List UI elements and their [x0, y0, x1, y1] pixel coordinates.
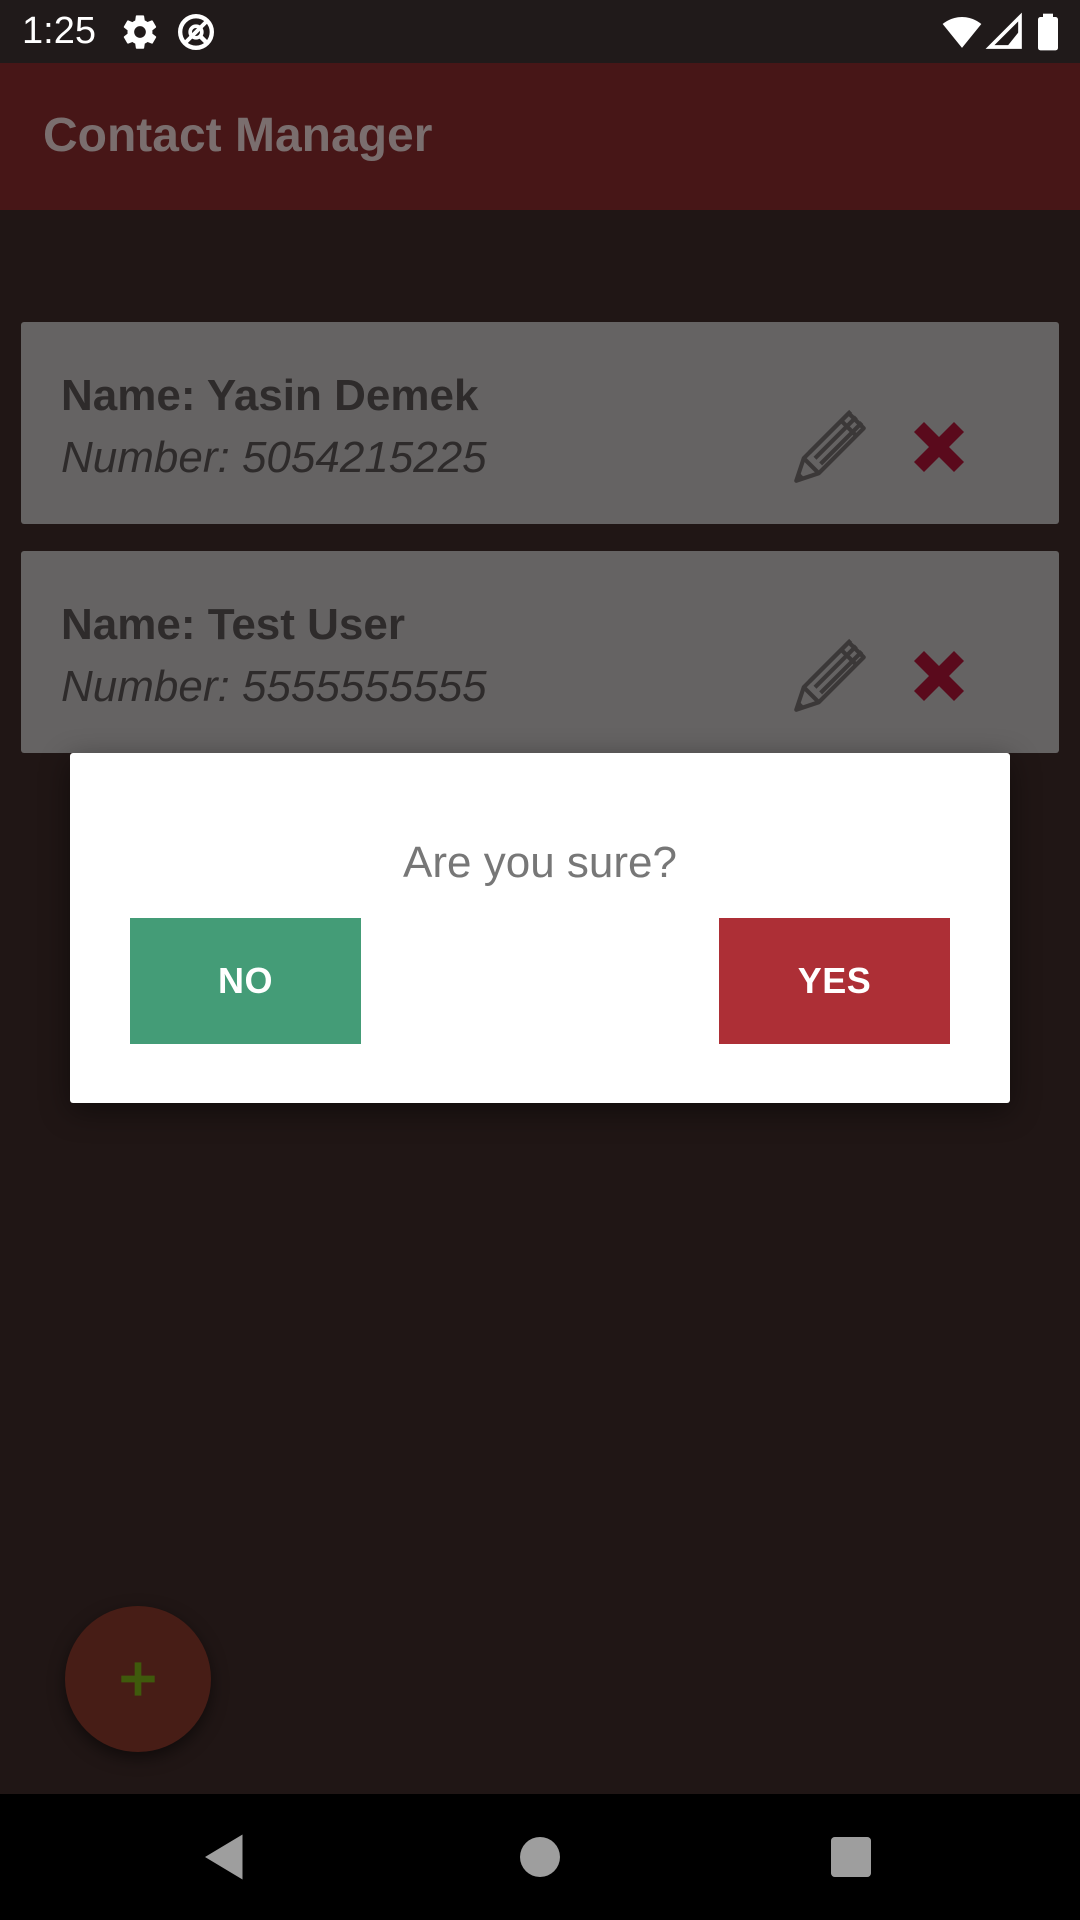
status-bar: 1:25 [0, 0, 1080, 63]
do-not-disturb-icon [178, 14, 214, 50]
yes-button[interactable]: YES [719, 918, 950, 1044]
contact-number: Number: 5555555555 [61, 662, 487, 711]
delete-x-icon[interactable] [909, 646, 969, 706]
contact-card[interactable]: Name: Test User Number: 5555555555 [21, 551, 1059, 753]
signal-icon [985, 12, 1022, 49]
contact-card[interactable]: Name: Yasin Demek Number: 5054215225 [21, 322, 1059, 524]
back-icon[interactable] [195, 1827, 255, 1887]
plus-icon [121, 1662, 155, 1696]
recents-icon[interactable] [821, 1827, 881, 1887]
contact-name: Name: Test User [61, 600, 405, 649]
dialog-message: Are you sure? [403, 838, 677, 887]
battery-icon [1038, 13, 1058, 51]
wifi-icon [942, 17, 982, 48]
app-bar: Contact Manager [0, 63, 1080, 210]
no-button[interactable]: NO [130, 918, 361, 1044]
edit-pencil-icon[interactable] [785, 631, 875, 721]
home-icon[interactable] [510, 1827, 570, 1887]
settings-icon [123, 15, 157, 49]
confirm-dialog: Are you sure? NO YES [70, 753, 1010, 1103]
screen: 1:25 Contact Manager Name: Yasin Demek N… [0, 0, 1080, 1920]
edit-pencil-icon[interactable] [785, 402, 875, 492]
navigation-bar [0, 1794, 1080, 1920]
contact-name: Name: Yasin Demek [61, 371, 479, 420]
delete-x-icon[interactable] [909, 417, 969, 477]
add-contact-button[interactable] [65, 1606, 211, 1752]
contact-number: Number: 5054215225 [61, 433, 487, 482]
app-title: Contact Manager [43, 109, 433, 162]
status-time: 1:25 [22, 10, 96, 52]
